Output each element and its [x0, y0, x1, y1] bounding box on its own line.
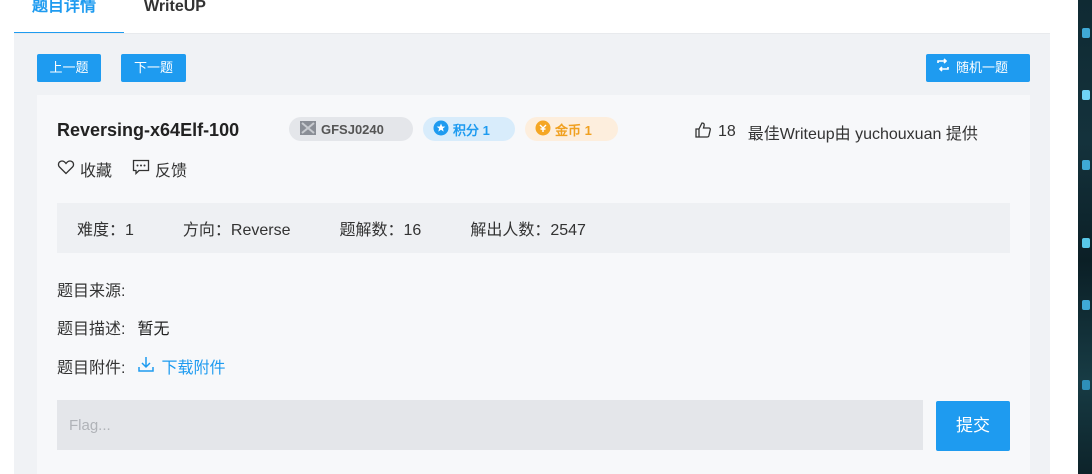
coin-text: 金币 1 — [555, 122, 592, 138]
coin-badge: 金币 1 — [525, 117, 618, 141]
logo-icon — [299, 120, 317, 139]
flag-input[interactable] — [57, 400, 923, 450]
challenge-card: Reversing-x64Elf-100 GFSJ0240 积分 1 金币 1 … — [37, 95, 1030, 474]
likes-area: 18 最佳Writeup由 yuchouxuan 提供 — [694, 120, 978, 144]
likes-count: 18 — [718, 123, 736, 140]
attachment-label: 题目附件: — [57, 360, 126, 377]
tab-bar: 题目详情 WriteUP — [14, 0, 1050, 34]
source-row: 题目来源: — [57, 277, 125, 301]
shuffle-icon — [936, 54, 950, 82]
score-text: 积分 1 — [453, 122, 490, 138]
random-challenge-label: 随机一题 — [956, 60, 1009, 75]
description-value: 暂无 — [137, 321, 170, 338]
difficulty-stat: 难度：1 — [77, 222, 134, 239]
prev-challenge-button[interactable]: 上一题 — [37, 54, 101, 82]
download-icon — [137, 355, 155, 378]
direction-stat: 方向：Reverse — [182, 222, 291, 239]
feedback-label: 反馈 — [155, 163, 188, 180]
next-challenge-button[interactable]: 下一题 — [121, 54, 186, 82]
description-row: 题目描述: 暂无 — [57, 315, 169, 339]
tab-details[interactable]: 题目详情 — [32, 0, 96, 26]
challenge-title: Reversing-x64Elf-100 — [57, 120, 240, 140]
description-label: 题目描述: — [57, 321, 126, 338]
challenge-stats: 难度：1 方向：Reverse 题解数：16 解出人数：2547 — [57, 203, 1010, 253]
heart-icon — [57, 159, 75, 180]
source-label: 题目来源: — [57, 283, 126, 300]
thumbs-up-icon[interactable] — [694, 121, 712, 144]
download-attachment-link[interactable]: 下载附件 — [137, 354, 225, 378]
challenge-id-badge: GFSJ0240 — [289, 117, 413, 141]
download-label: 下载附件 — [161, 360, 226, 377]
solutions-stat: 题解数：16 — [339, 222, 422, 239]
tab-writeup[interactable]: WriteUP — [144, 0, 206, 26]
score-badge: 积分 1 — [423, 117, 515, 141]
attachment-row: 题目附件: 下载附件 — [57, 354, 225, 378]
feedback-button[interactable]: 反馈 — [132, 157, 187, 181]
challenge-actions: 收藏 反馈 — [57, 157, 187, 181]
challenge-id-text: GFSJ0240 — [321, 121, 384, 137]
best-writeup-text: 最佳Writeup由 yuchouxuan 提供 — [747, 126, 978, 143]
star-icon — [433, 120, 449, 139]
solvers-stat: 解出人数：2547 — [470, 222, 586, 239]
favorite-button[interactable]: 收藏 — [57, 157, 112, 181]
random-challenge-button[interactable]: 随机一题 — [926, 54, 1030, 82]
challenge-panel: 上一题 下一题 随机一题 Reversing-x64Elf-100 GFSJ02… — [14, 34, 1050, 474]
coin-icon — [535, 120, 551, 139]
favorite-label: 收藏 — [80, 163, 113, 180]
comment-icon — [132, 159, 150, 180]
background-strip — [1078, 0, 1092, 474]
submit-flag-button[interactable]: 提交 — [936, 401, 1010, 451]
